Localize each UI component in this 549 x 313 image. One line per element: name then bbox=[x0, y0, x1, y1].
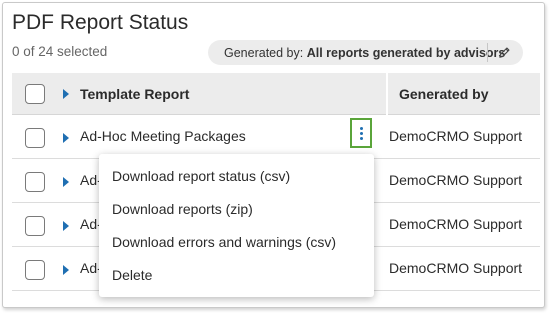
table-header: Template Report Generated by bbox=[12, 73, 540, 115]
row-generated-by: DemoCRMO Support bbox=[389, 260, 523, 276]
page-title: PDF Report Status bbox=[12, 11, 189, 34]
row-template-name: Ad-Hoc Meeting Packages bbox=[80, 128, 246, 144]
expand-row-caret-icon[interactable] bbox=[63, 133, 69, 143]
report-status-panel: PDF Report Status 0 of 24 selected Gener… bbox=[2, 2, 545, 308]
column-label-template-report[interactable]: Template Report bbox=[80, 86, 189, 102]
row-checkbox[interactable] bbox=[25, 260, 45, 280]
column-label-generated-by[interactable]: Generated by bbox=[399, 86, 488, 102]
menu-item-download-report-status[interactable]: Download report status (csv) bbox=[99, 159, 374, 192]
select-all-checkbox[interactable] bbox=[25, 84, 45, 104]
filter-value: All reports generated by advisors bbox=[306, 45, 506, 60]
menu-item-download-errors-warnings[interactable]: Download errors and warnings (csv) bbox=[99, 225, 374, 258]
menu-item-delete[interactable]: Delete bbox=[99, 258, 374, 291]
edit-filter-button[interactable] bbox=[493, 43, 515, 62]
table-row[interactable]: Ad-Hoc Meeting Packages DemoCRMO Support bbox=[12, 115, 540, 159]
row-actions-menu: Download report status (csv) Download re… bbox=[99, 154, 374, 297]
generated-by-filter-chip[interactable]: Generated by: All reports generated by a… bbox=[208, 40, 523, 65]
menu-item-download-reports[interactable]: Download reports (zip) bbox=[99, 192, 374, 225]
expand-row-caret-icon[interactable] bbox=[63, 221, 69, 231]
row-checkbox[interactable] bbox=[25, 216, 45, 236]
row-generated-by: DemoCRMO Support bbox=[389, 172, 523, 188]
column-header-template-report: Template Report bbox=[12, 73, 386, 115]
row-checkbox[interactable] bbox=[25, 172, 45, 192]
selected-count: 0 of 24 selected bbox=[12, 44, 108, 59]
expand-all-caret-icon[interactable] bbox=[63, 89, 69, 99]
filter-chip-text: Generated by: All reports generated by a… bbox=[208, 46, 505, 60]
filter-label: Generated by: bbox=[224, 45, 304, 60]
expand-row-caret-icon[interactable] bbox=[63, 177, 69, 187]
pencil-icon bbox=[498, 47, 510, 58]
expand-row-caret-icon[interactable] bbox=[63, 265, 69, 275]
row-actions-kebab-icon[interactable] bbox=[350, 118, 372, 148]
row-generated-by: DemoCRMO Support bbox=[389, 128, 523, 144]
chip-divider bbox=[487, 43, 488, 62]
row-generated-by: DemoCRMO Support bbox=[389, 216, 523, 232]
row-checkbox[interactable] bbox=[25, 128, 45, 148]
column-header-generated-by: Generated by bbox=[388, 73, 540, 115]
